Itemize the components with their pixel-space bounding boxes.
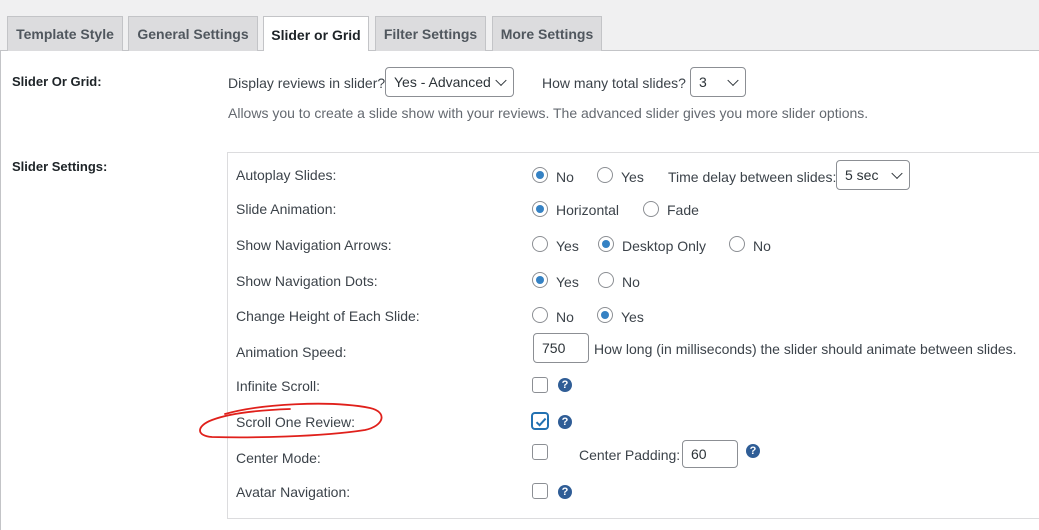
- animation-speed-value: 750: [542, 340, 566, 356]
- dots-yes-radio[interactable]: [532, 272, 548, 288]
- center-mode-label: Center Mode:: [236, 450, 321, 466]
- slider-settings-label: Slider Settings:: [12, 159, 108, 174]
- avatar-navigation-label: Avatar Navigation:: [236, 484, 351, 500]
- autoplay-yes-label: Yes: [621, 169, 644, 185]
- tab-filter-settings[interactable]: Filter Settings: [375, 16, 486, 51]
- arrows-yes-radio[interactable]: [532, 236, 548, 252]
- autoplay-label: Autoplay Slides:: [236, 167, 337, 183]
- animation-fade-label: Fade: [667, 202, 699, 218]
- settings-tab-bar: Template Style General Settings Slider o…: [0, 0, 1039, 52]
- height-yes-label: Yes: [621, 309, 644, 325]
- dots-no-label: No: [622, 274, 640, 290]
- height-no-radio[interactable]: [532, 307, 548, 323]
- tab-slider-or-grid[interactable]: Slider or Grid: [263, 16, 369, 52]
- scroll-one-review-checkbox[interactable]: [532, 413, 548, 429]
- center-padding-input[interactable]: 60: [682, 440, 738, 468]
- height-no-label: No: [556, 309, 574, 325]
- infinite-scroll-label: Infinite Scroll:: [236, 378, 321, 394]
- help-icon[interactable]: ?: [558, 378, 572, 392]
- dots-yes-label: Yes: [556, 274, 579, 290]
- slider-description: Allows you to create a slide show with y…: [228, 105, 869, 121]
- animation-speed-input[interactable]: 750: [533, 333, 589, 363]
- help-icon[interactable]: ?: [558, 415, 572, 429]
- autoplay-no-label: No: [556, 169, 574, 185]
- chevron-down-icon: [891, 167, 903, 180]
- animation-horizontal-label: Horizontal: [556, 202, 620, 218]
- scroll-one-review-label: Scroll One Review:: [236, 414, 356, 430]
- infinite-scroll-checkbox[interactable]: [532, 377, 548, 393]
- dots-no-radio[interactable]: [598, 272, 614, 288]
- nav-arrows-label: Show Navigation Arrows:: [236, 237, 392, 253]
- display-reviews-label: Display reviews in slider?: [228, 75, 386, 91]
- animation-horizontal-radio[interactable]: [532, 201, 548, 217]
- arrows-no-label: No: [753, 238, 771, 254]
- arrows-no-radio[interactable]: [729, 236, 745, 252]
- animation-speed-description: How long (in milliseconds) the slider sh…: [594, 341, 1017, 357]
- slider-or-grid-label: Slider Or Grid:: [12, 74, 102, 89]
- avatar-navigation-checkbox[interactable]: [532, 483, 548, 499]
- display-reviews-value: Yes - Advanced: [394, 74, 491, 90]
- tab-template-style[interactable]: Template Style: [7, 16, 123, 51]
- height-yes-radio[interactable]: [597, 307, 613, 323]
- arrows-desktop-radio[interactable]: [598, 236, 614, 252]
- time-delay-select[interactable]: 5 sec: [836, 160, 910, 190]
- arrows-desktop-label: Desktop Only: [622, 238, 707, 254]
- autoplay-yes-radio[interactable]: [597, 167, 613, 183]
- nav-dots-label: Show Navigation Dots:: [236, 273, 378, 289]
- animation-speed-label: Animation Speed:: [236, 344, 347, 360]
- tab-general-settings[interactable]: General Settings: [128, 16, 258, 51]
- animation-fade-radio[interactable]: [643, 201, 659, 217]
- slider-settings-box: [227, 152, 1039, 519]
- autoplay-no-radio[interactable]: [532, 167, 548, 183]
- checkmark-icon: [535, 417, 547, 427]
- center-mode-checkbox[interactable]: [532, 444, 548, 460]
- slide-animation-label: Slide Animation:: [236, 201, 337, 217]
- time-delay-label: Time delay between slides:: [668, 169, 837, 185]
- help-icon[interactable]: ?: [558, 485, 572, 499]
- total-slides-select[interactable]: 3: [690, 67, 746, 97]
- chevron-down-icon: [495, 74, 507, 87]
- total-slides-label: How many total slides?: [542, 75, 686, 91]
- center-padding-value: 60: [691, 446, 707, 462]
- chevron-down-icon: [727, 74, 739, 87]
- total-slides-value: 3: [699, 74, 707, 90]
- display-reviews-select[interactable]: Yes - Advanced: [385, 67, 514, 97]
- help-icon[interactable]: ?: [746, 444, 760, 458]
- center-padding-label: Center Padding:: [579, 447, 681, 463]
- change-height-label: Change Height of Each Slide:: [236, 308, 420, 324]
- arrows-yes-label: Yes: [556, 238, 579, 254]
- time-delay-value: 5 sec: [845, 167, 879, 183]
- tab-more-settings[interactable]: More Settings: [492, 16, 602, 51]
